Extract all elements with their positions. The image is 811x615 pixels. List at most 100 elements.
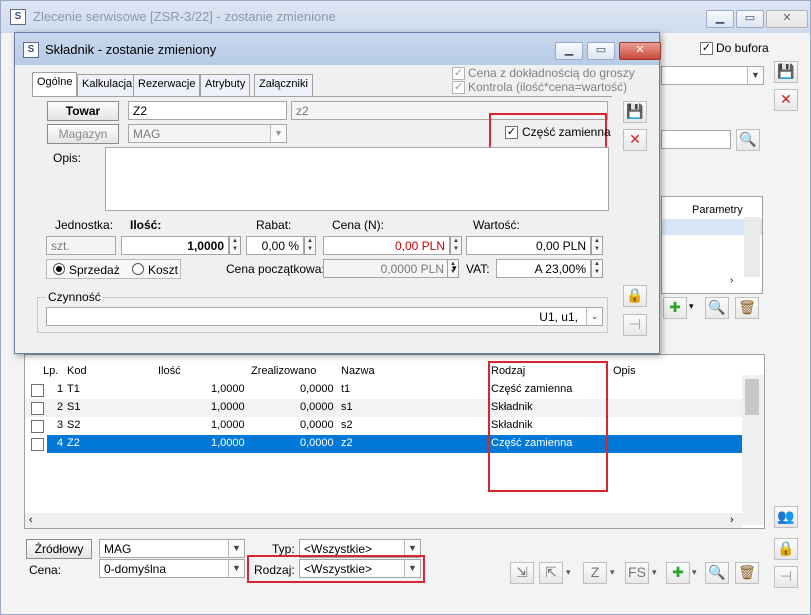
add-icon[interactable]: ✚ [666,562,690,584]
cena-poczatkowa-dropdown-icon[interactable]: ▾ [452,263,457,274]
rabat-field[interactable]: 0,00 % [246,236,304,255]
tab-atrybuty[interactable]: Atrybuty [200,74,251,96]
row-checkbox[interactable] [31,438,44,451]
column-header-ilosc[interactable]: Ilość [158,365,181,377]
lock-icon[interactable]: 🔒 [774,538,798,560]
zrodlowy-select[interactable]: MAG ▼ [99,539,245,558]
add-dropdown-icon[interactable]: ▾ [689,301,694,312]
pin-icon[interactable]: ⊣ [623,314,647,336]
document-fs-icon[interactable]: FS [625,562,649,584]
minimize-icon[interactable]: ▁ [706,10,734,28]
column-header-opis[interactable]: Opis [613,365,636,377]
magazyn-select[interactable]: MAG ▼ [128,124,287,143]
row-zrealizowano: 0,0000 [300,419,334,431]
scroll-right-icon[interactable]: › [730,514,734,526]
save-icon[interactable]: 💾 [623,101,647,123]
column-header-lp[interactable]: Lp. [43,365,58,377]
add-dropdown-icon[interactable]: ▾ [692,567,697,578]
add-icon[interactable]: ✚ [663,297,687,319]
lock-icon[interactable]: 🔒 [623,285,647,307]
search-icon[interactable]: 🔍 [736,129,760,151]
vat-stepper[interactable]: ▲ ▼ [591,259,603,278]
cena-value: 0-domyślna [104,562,167,576]
zrodlowy-button[interactable]: Źródłowy [26,539,92,559]
maximize-icon[interactable]: ▭ [736,10,764,28]
scrollbar-vertical[interactable] [742,375,764,525]
user-card-icon[interactable]: 👥 [774,506,798,528]
minimize-icon[interactable]: ▁ [555,42,583,60]
cena-n-field[interactable]: 0,00 PLN [323,236,450,255]
ilosc-field[interactable]: 1,0000 [121,236,229,255]
scrollbar-thumb[interactable] [745,379,759,415]
jednostka-field[interactable]: szt. [46,236,116,255]
column-header-zrealizowano[interactable]: Zrealizowano [251,365,316,377]
pin-icon[interactable]: ⊣ [774,566,798,588]
row-nazwa: z2 [341,437,353,449]
tab-zalaczniki[interactable]: Załączniki [254,74,313,96]
dropdown-icon[interactable]: ▾ [652,567,657,578]
outer-dropdown[interactable]: ▼ [661,66,764,85]
scroll-right-icon[interactable]: › [730,275,733,286]
wartosc-stepper[interactable]: ▲ ▼ [591,236,603,255]
kontrola-checkbox[interactable]: ✓ [452,81,465,94]
table-row[interactable]: 1 T1 1,0000 0,0000 t1 Część zamienna [25,381,742,399]
cena-dokladnosc-checkbox[interactable]: ✓ [452,67,465,80]
vat-field[interactable]: A 23,00% [496,259,591,278]
czesc-zamienna-checkbox[interactable]: ✓ [505,126,518,139]
close-icon[interactable]: ✕ [619,42,661,60]
close-icon[interactable]: ✕ [766,10,808,28]
cancel-icon[interactable]: ✕ [774,89,798,111]
cena-n-stepper[interactable]: ▲ ▼ [450,236,462,255]
row-lp: 2 [57,401,64,413]
tab-kalkulacja[interactable]: Kalkulacja [77,74,138,96]
table-row[interactable]: 2 S1 1,0000 0,0000 s1 Składnik [25,399,742,417]
magazyn-button[interactable]: Magazyn [47,124,119,144]
app-icon: S [10,9,26,25]
table-row[interactable]: 4 Z2 1,0000 0,0000 z2 Część zamienna [25,435,742,453]
dropdown-icon[interactable]: ▾ [610,567,615,578]
row-checkbox[interactable] [31,402,44,415]
towar-button[interactable]: Towar [47,101,119,121]
maximize-icon[interactable]: ▭ [587,42,615,60]
towar-code-field[interactable]: Z2 [128,101,287,120]
row-checkbox[interactable] [31,420,44,433]
do-bufora-checkbox[interactable]: ✓ [700,42,713,55]
cena-select[interactable]: 0-domyślna ▼ [99,559,245,578]
row-checkbox[interactable] [31,384,44,397]
scrollbar-horizontal[interactable]: ‹ › [25,513,742,528]
czynnosc-select[interactable]: U1, u1, ⌄ [46,307,603,326]
jednostka-label: Jednostka: [55,218,114,232]
sprzedaz-koszt-group: Sprzedaż Koszt [46,259,181,279]
magazyn-value: MAG [133,127,161,141]
document-out-icon[interactable]: ⇱ [539,562,563,584]
wartosc-field[interactable]: 0,00 PLN [466,236,591,255]
delete-icon[interactable]: 🗑 [735,297,759,319]
search-icon[interactable]: 🔍 [705,297,729,319]
save-icon[interactable]: 💾 [774,61,798,83]
chevron-down-icon: ▼ [228,560,244,577]
outer-search-field[interactable] [661,130,731,149]
column-header-kod[interactable]: Kod [67,365,87,377]
row-zrealizowano: 0,0000 [300,437,334,449]
column-header-nazwa[interactable]: Nazwa [341,365,375,377]
document-in-icon[interactable]: ⇲ [510,562,534,584]
koszt-radio[interactable] [132,263,144,275]
wartosc-label: Wartość: [473,218,520,232]
dropdown-icon[interactable]: ▾ [566,567,571,578]
document-z-icon[interactable]: Z [583,562,607,584]
cena-poczatkowa-field[interactable]: 0,0000 PLN [323,259,449,278]
tab-ogolne[interactable]: Ogólne [32,72,78,96]
sprzedaz-radio[interactable] [53,263,65,275]
table-row[interactable]: 3 S2 1,0000 0,0000 s2 Składnik [25,417,742,435]
rodzaj-select[interactable]: <Wszystkie> ▼ [299,559,421,578]
rabat-stepper[interactable]: ▲ ▼ [304,236,316,255]
scroll-left-icon[interactable]: ‹ [29,514,33,526]
scrollbar-vertical[interactable] [744,217,760,277]
search-icon[interactable]: 🔍 [705,562,729,584]
outer-upper-grid: Parametry › [661,196,763,294]
tab-rezerwacje[interactable]: Rezerwacje [133,74,201,96]
opis-textarea[interactable] [105,147,609,211]
delete-icon[interactable]: 🗑 [735,562,759,584]
cancel-icon[interactable]: ✕ [623,129,647,151]
ilosc-stepper[interactable]: ▲ ▼ [229,236,241,255]
